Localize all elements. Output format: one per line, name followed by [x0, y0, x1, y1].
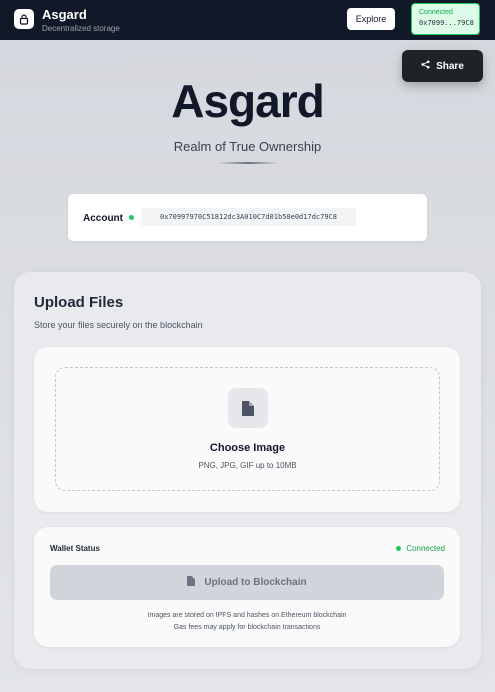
- status-dot-icon: [396, 546, 402, 551]
- upload-panel: Upload Files Store your files securely o…: [14, 272, 481, 669]
- wallet-status-card: Wallet Status Connected Upload to Blockc…: [34, 527, 460, 647]
- upload-to-blockchain-button[interactable]: Upload to Blockchain: [50, 565, 444, 600]
- connection-status-label: Connected: [419, 9, 453, 16]
- share-label: Share: [436, 60, 464, 72]
- wallet-status-label: Wallet Status: [50, 544, 100, 553]
- account-card: Account 0x70997970C51812dc3A010C7d01b50e…: [68, 194, 427, 241]
- upload-button-label: Upload to Blockchain: [204, 577, 307, 588]
- share-icon: [421, 60, 430, 72]
- wallet-status-value: Connected: [406, 544, 445, 553]
- upload-subtitle: Store your files securely on the blockch…: [34, 320, 203, 330]
- app-tagline: Decentralized storage: [42, 24, 120, 33]
- account-label: Account: [83, 213, 123, 224]
- file-icon: [228, 388, 268, 428]
- wallet-status-indicator: Connected: [396, 544, 445, 553]
- account-address[interactable]: 0x70997970C51812dc3A010C7d01b50e0d17dc79…: [141, 208, 356, 226]
- lock-icon: [14, 9, 34, 29]
- hero-title: Asgard: [171, 75, 324, 127]
- upload-title: Upload Files: [34, 294, 124, 311]
- app-name: Asgard: [42, 7, 87, 22]
- file-icon: [187, 576, 196, 589]
- choose-image-label[interactable]: Choose Image: [56, 442, 439, 454]
- file-drop-card: Choose Image PNG, JPG, GIF up to 10MB: [34, 347, 460, 512]
- top-navigation-bar: Asgard Decentralized storage Explore Con…: [0, 0, 495, 40]
- wallet-connection-badge[interactable]: Connected 0x7099...79C8: [411, 3, 480, 35]
- short-wallet-address: 0x7099...79C8: [419, 19, 474, 27]
- gas-fee-note: Gas fees may apply for blockchain transa…: [173, 624, 321, 631]
- file-drop-zone[interactable]: Choose Image PNG, JPG, GIF up to 10MB: [55, 367, 440, 491]
- hero-subtitle: Realm of True Ownership: [173, 139, 322, 154]
- file-type-hint: PNG, JPG, GIF up to 10MB: [198, 461, 297, 470]
- explore-button[interactable]: Explore: [347, 8, 395, 30]
- storage-note: Images are stored on IPFS and hashes on …: [147, 612, 347, 619]
- hero-divider: [217, 162, 279, 164]
- account-status-dot: [129, 215, 134, 220]
